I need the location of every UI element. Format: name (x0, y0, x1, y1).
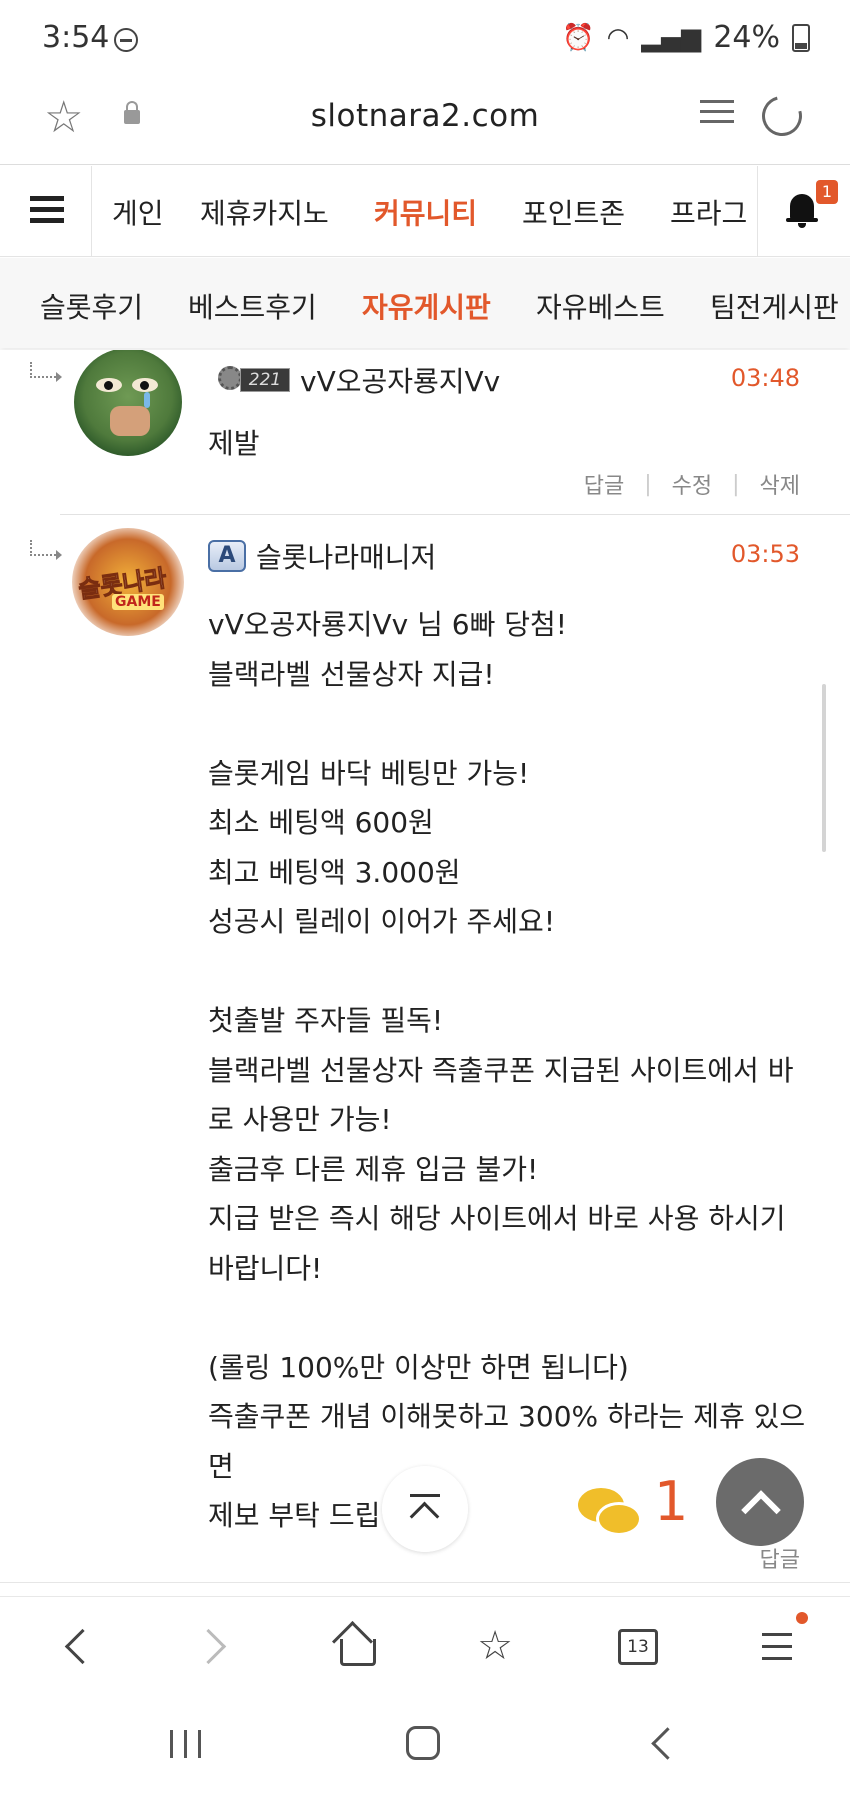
tabs-icon[interactable]: 13 (612, 1621, 662, 1671)
nav-item-game[interactable]: 게인 (112, 192, 164, 232)
main-nav: 게인 제휴카지노 커뮤니티 포인트존 프라그 (0, 166, 850, 257)
comment-author[interactable]: 슬롯나라매니저 (256, 536, 436, 576)
divider (60, 514, 850, 515)
status-bar: 3:54 ⏰ ◠ ▂▄▆ 24% (0, 0, 850, 80)
status-time: 3:54 (42, 20, 110, 55)
comment-time: 03:48 (730, 364, 800, 392)
address-bar: ☆ slotnara2.com (0, 80, 850, 165)
browser-toolbar: ☆ 13 (0, 1596, 850, 1695)
notification-badge: 1 (816, 180, 838, 204)
system-home-icon[interactable] (406, 1726, 440, 1760)
comment-time: 03:53 (730, 540, 800, 568)
sub-nav: 슬롯후기 베스트후기 자유게시판 자유베스트 팀전게시판 (0, 258, 850, 348)
tab-best-review[interactable]: 베스트후기 (188, 286, 317, 326)
level-gear-icon (218, 366, 242, 390)
divider (0, 1582, 850, 1583)
do-not-disturb-icon (114, 28, 138, 52)
back-icon[interactable] (54, 1621, 104, 1671)
battery-percent: 24% (713, 20, 780, 55)
signal-icon: ▂▄▆ (641, 22, 702, 53)
scroll-to-top-button[interactable] (382, 1466, 468, 1552)
tab-count: 13 (618, 1629, 658, 1665)
avatar[interactable] (74, 350, 182, 456)
alarm-icon: ⏰ (562, 22, 595, 53)
bell-icon[interactable] (786, 192, 818, 228)
floating-up-button[interactable] (716, 1458, 804, 1546)
tab-free-best[interactable]: 자유베스트 (536, 286, 665, 326)
level-badge: 221 (218, 366, 292, 394)
tab-free-board[interactable]: 자유게시판 (362, 286, 491, 326)
hamburger-menu-icon[interactable] (30, 196, 64, 229)
delete-button[interactable]: 삭제 (760, 468, 800, 500)
battery-icon (792, 23, 810, 52)
menu-notification-dot (796, 1612, 808, 1624)
chat-count[interactable]: 1 (654, 1470, 688, 1533)
menu-icon[interactable] (754, 1621, 804, 1671)
nav-item-partner-casino[interactable]: 제휴카지노 (200, 192, 329, 232)
reply-arrow-icon (30, 362, 62, 382)
avatar[interactable]: 슬롯나라 GAME (72, 528, 184, 636)
nav-item-pragmatic[interactable]: 프라그 (670, 192, 747, 232)
scrollbar[interactable] (822, 684, 826, 852)
reply-button[interactable]: 답글 (760, 1542, 800, 1574)
edit-button[interactable]: 수정 (672, 468, 712, 500)
forward-icon[interactable] (190, 1621, 240, 1671)
tab-slot-review[interactable]: 슬롯후기 (40, 286, 143, 326)
chevron-up-icon (741, 1490, 781, 1530)
status-icons: ⏰ ◠ ▂▄▆ 24% (562, 20, 810, 55)
reply-arrow-icon (30, 540, 62, 560)
chat-bubble-icon[interactable] (578, 1488, 642, 1542)
home-icon[interactable] (330, 1620, 380, 1671)
refresh-icon[interactable] (754, 88, 810, 144)
comment-author[interactable]: vV오공자룡지Vv (300, 360, 500, 400)
reader-mode-icon[interactable] (700, 100, 734, 134)
tab-team-board[interactable]: 팀전게시판 (710, 286, 839, 326)
bookmarks-icon[interactable]: ☆ (470, 1621, 520, 1671)
comment-text: 제발 (208, 427, 260, 460)
wifi-icon: ◠ (606, 22, 630, 53)
system-nav-bar (0, 1694, 850, 1794)
comment-list: 221 vV오공자룡지Vv 03:48 제발 답글 | 수정 | 삭제 슬롯나라… (0, 350, 850, 1594)
reply-button[interactable]: 답글 (584, 468, 624, 500)
main-nav-items: 게인 제휴카지노 커뮤니티 포인트존 프라그 (92, 166, 757, 256)
nav-item-point-zone[interactable]: 포인트존 (522, 192, 625, 232)
recents-icon[interactable] (170, 1730, 204, 1758)
nav-item-community[interactable]: 커뮤니티 (374, 192, 477, 232)
divider (757, 166, 758, 256)
comment-actions: 답글 | 수정 | 삭제 (584, 468, 800, 500)
comment-body: vV오공자룡지Vv 님 6빠 당첨! 블랙라벨 선물상자 지급! 슬롯게임 바닥… (208, 608, 806, 1532)
admin-badge-icon: A (208, 540, 246, 572)
system-back-icon[interactable] (651, 1727, 684, 1760)
